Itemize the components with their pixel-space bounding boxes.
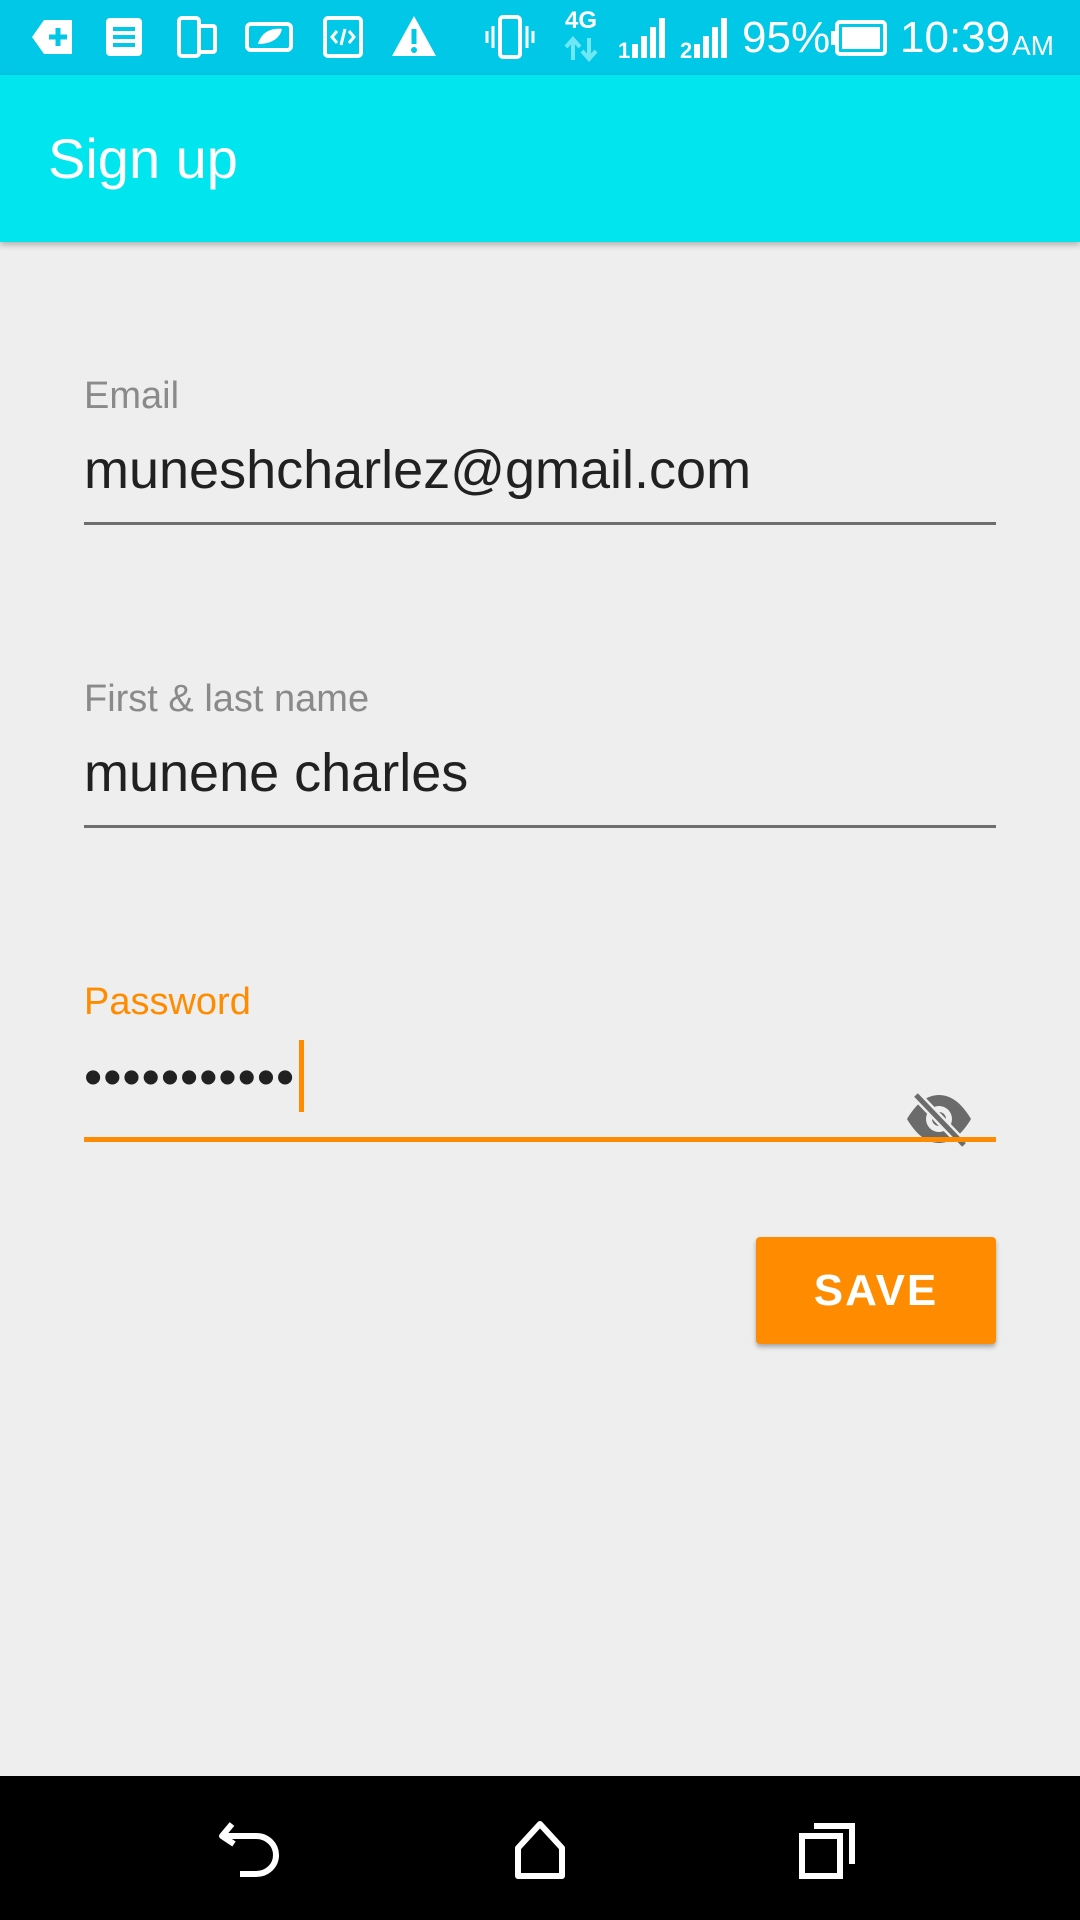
email-underline [84,522,996,525]
document-icon [106,18,142,56]
signal-sim1-icon: 1 [618,18,665,60]
password-field[interactable]: Password ••••••••••• [84,980,996,1149]
status-bar: 4G 1 2 95% 10:39 AM [0,0,1080,75]
network-type-label: 4G [564,7,597,34]
code-icon [323,16,363,58]
back-icon[interactable] [212,1812,292,1884]
password-masked-value: ••••••••••• [84,1048,296,1107]
password-underline [84,1137,996,1142]
save-button[interactable]: SAVE [756,1237,996,1344]
clock-ampm: AM [1012,30,1054,61]
app-bar: Sign up [0,75,1080,242]
clock-time: 10:39 [900,13,1011,62]
name-field[interactable]: First & last name munene charles [84,677,996,829]
email-input[interactable]: muneshcharlez@gmail.com [84,438,996,502]
home-icon[interactable] [500,1812,580,1884]
password-label: Password [84,981,251,1023]
email-label: Email [84,375,180,417]
navigation-bar [0,1776,1080,1920]
screen-mirror-icon [177,16,217,58]
svg-text:1: 1 [618,38,630,60]
add-notification-icon [32,20,72,54]
email-field[interactable]: Email muneshcharlez@gmail.com [84,374,996,526]
page-title: Sign up [48,127,238,190]
battery-icon [831,20,887,56]
name-underline [84,825,996,828]
svg-text:2: 2 [680,38,692,60]
password-input[interactable]: ••••••••••• [84,1040,996,1116]
network-4g-icon: 4G [560,8,602,68]
warning-icon [392,16,436,56]
name-label: First & last name [84,678,370,720]
battery-percent: 95% [742,13,831,62]
name-input[interactable]: munene charles [84,741,996,805]
recents-icon[interactable] [788,1812,868,1884]
battery-saver-icon [245,22,293,52]
vibrate-icon [485,15,535,59]
text-cursor [299,1040,305,1112]
signal-sim2-icon: 2 [680,18,727,60]
